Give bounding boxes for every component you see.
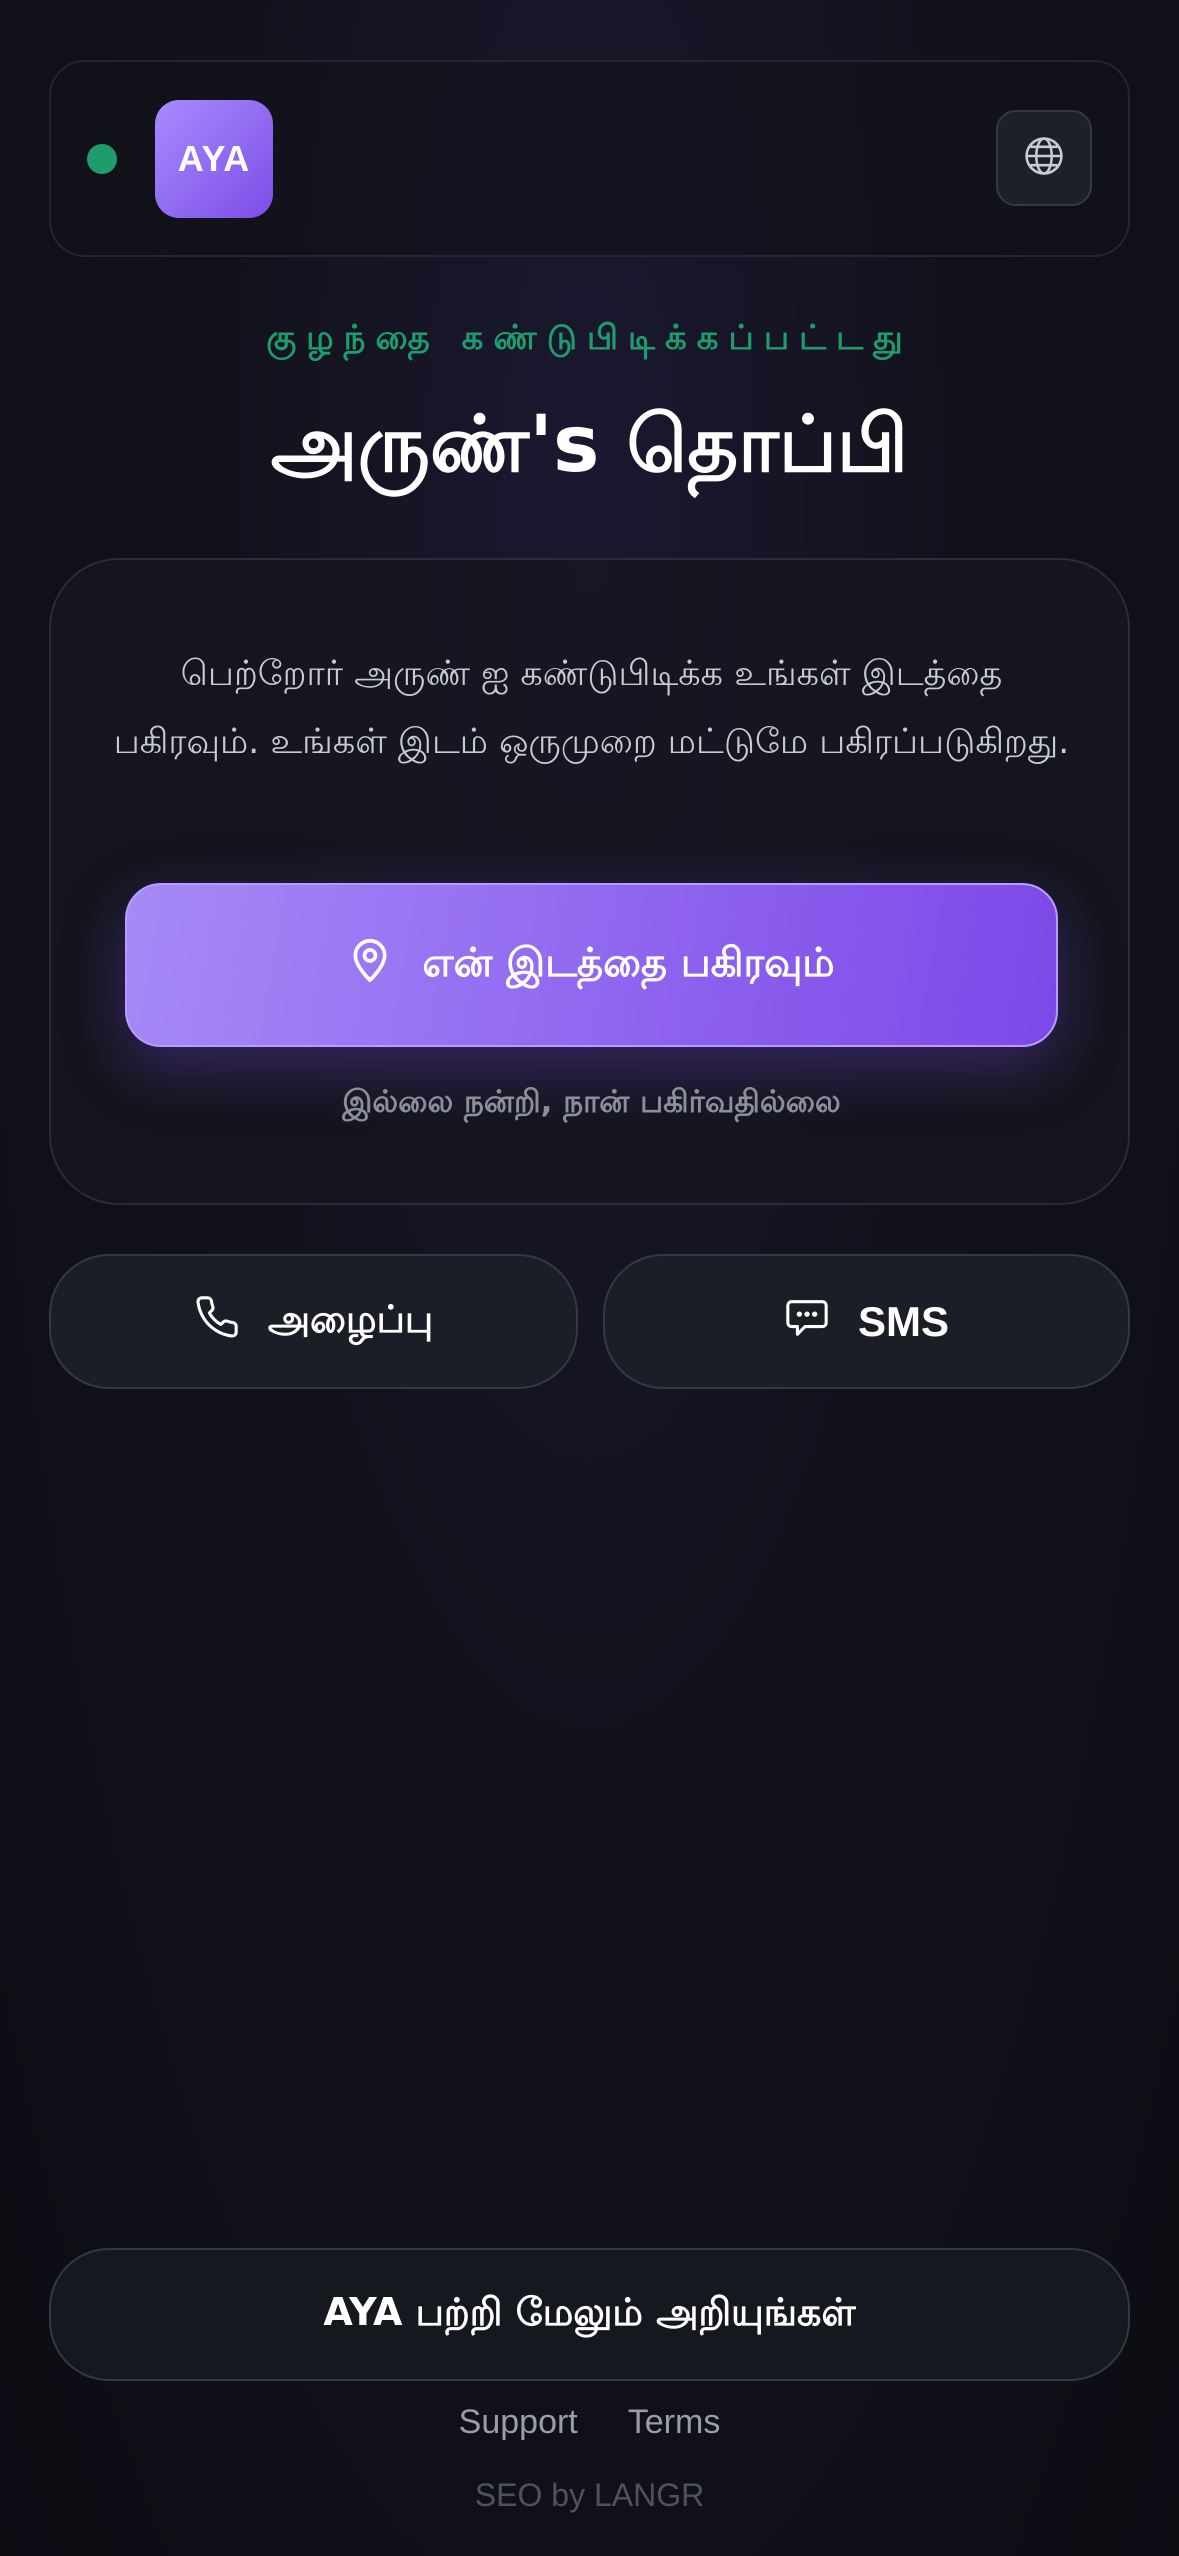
found-label: குழந்தை கண்டுபிடிக்கப்பட்டது [266, 318, 913, 358]
location-pin-icon [348, 936, 392, 994]
terms-link[interactable]: Terms [628, 2403, 721, 2442]
logo: AYA [155, 100, 273, 218]
phone-icon [194, 1294, 240, 1349]
card-description: பெற்றோர் அருண் ஐ கண்டுபிடிக்க உங்கள் இடத… [113, 654, 1070, 762]
learn-more-button[interactable]: AYA பற்றி மேலும் அறியுங்கள் [49, 2248, 1130, 2381]
call-button[interactable]: அழைப்பு [49, 1254, 578, 1389]
globe-icon [1022, 134, 1066, 182]
share-location-card: பெற்றோர் அருண் ஐ கண்டுபிடிக்க உங்கள் இடத… [49, 558, 1130, 1205]
top-bar: AYA [49, 60, 1130, 257]
language-button[interactable] [996, 110, 1092, 206]
share-location-button[interactable]: என் இடத்தை பகிரவும் [125, 883, 1058, 1047]
status-indicator [87, 144, 117, 174]
share-location-label: என் இடத்தை பகிரவும் [422, 939, 835, 986]
call-label: அழைப்பு [267, 1296, 434, 1341]
decline-link[interactable]: இல்லை நன்றி, நான் பகிர்வதில்லை [51, 1084, 1132, 1124]
support-link[interactable]: Support [459, 2403, 578, 2442]
page-title: அருண்'s தொப்பி [270, 400, 909, 490]
credit-text[interactable]: SEO by LANGR [0, 2477, 1179, 2514]
chat-bubble-icon [784, 1294, 830, 1349]
sms-button[interactable]: SMS [603, 1254, 1130, 1389]
sms-label: SMS [857, 1297, 949, 1345]
footer-links: Support Terms [0, 2403, 1179, 2442]
